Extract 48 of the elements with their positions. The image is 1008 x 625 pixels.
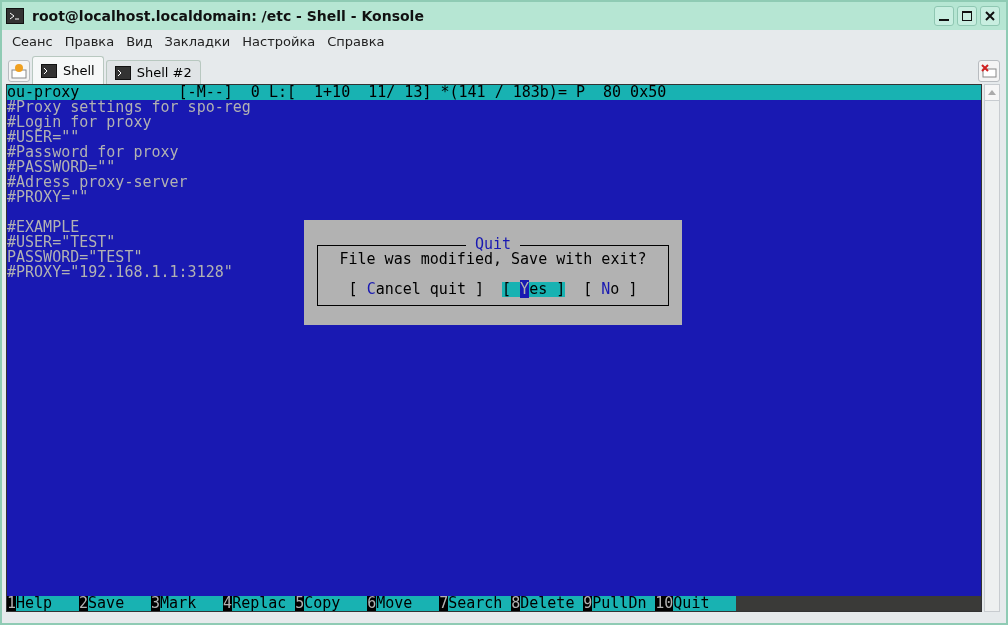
terminal-icon [6,8,24,24]
menu-item[interactable]: Закладки [158,32,237,52]
menu-item[interactable]: Вид [120,32,159,52]
function-key[interactable]: 4Replac [223,596,296,611]
code-line: #PASSWORD="" [7,160,116,175]
maximize-icon [962,11,972,21]
up-arrow-icon [988,90,996,95]
function-key[interactable]: 8Delete [511,596,584,611]
maximize-button[interactable] [957,6,977,26]
function-key[interactable]: 9PullDn [583,596,656,611]
close-icon [985,11,995,21]
dialog-button[interactable]: [ Yes ] [502,281,566,297]
menu-item[interactable]: Правка [58,32,121,52]
dialog-button[interactable]: [ Cancel quit ] [348,281,485,297]
dialog-button[interactable]: [ No ] [583,281,638,297]
function-key[interactable]: 7Search [439,596,512,611]
close-button[interactable] [980,6,1000,26]
menu-item[interactable]: Справка [321,32,391,52]
function-key[interactable]: 2Save [79,596,152,611]
function-key[interactable]: 6Move [367,596,440,611]
close-tab-icon [981,64,997,78]
code-line: #Login for proxy [7,115,152,130]
dialog-title: Quit [465,236,521,252]
new-tab-icon [11,63,27,79]
code-line: #PROXY="" [7,190,89,205]
code-line: #Proxy settings for spo-reg [7,100,251,115]
code-line: #Password for proxy [7,145,179,160]
window-title: root@localhost.localdomain: /etc - Shell - Konsole [32,6,425,26]
function-key[interactable]: 1Help [7,596,80,611]
menu-item[interactable]: Настройка [236,32,322,52]
tab[interactable]: Shell #2 [105,60,201,84]
code-line: #EXAMPLE [7,220,80,235]
minimize-icon [939,19,949,21]
menu-item[interactable]: Сеанс [6,32,59,52]
code-line: #USER="TEST" [7,235,116,250]
code-line: #Adress proxy-server [7,175,188,190]
code-line: #USER="" [7,130,80,145]
editor-status-bar: ou-proxy [-M--] 0 L:[ 1+10 11/ 13] *(141 / 183b)= P 80 0x50 [7,85,981,100]
code-line: #PROXY="192.168.1.1:3128" [7,265,233,280]
tab[interactable]: Shell [32,56,104,84]
close-tab-button[interactable] [978,60,1000,82]
minimize-button[interactable] [934,6,954,26]
dialog-message: File was modified, Save with exit? [339,251,647,267]
function-key[interactable]: 5Copy [295,596,368,611]
terminal-icon [41,63,57,78]
code-line: PASSWORD="TEST" [7,250,143,265]
terminal-icon [114,65,131,80]
function-key[interactable]: 10Quit [655,596,737,611]
